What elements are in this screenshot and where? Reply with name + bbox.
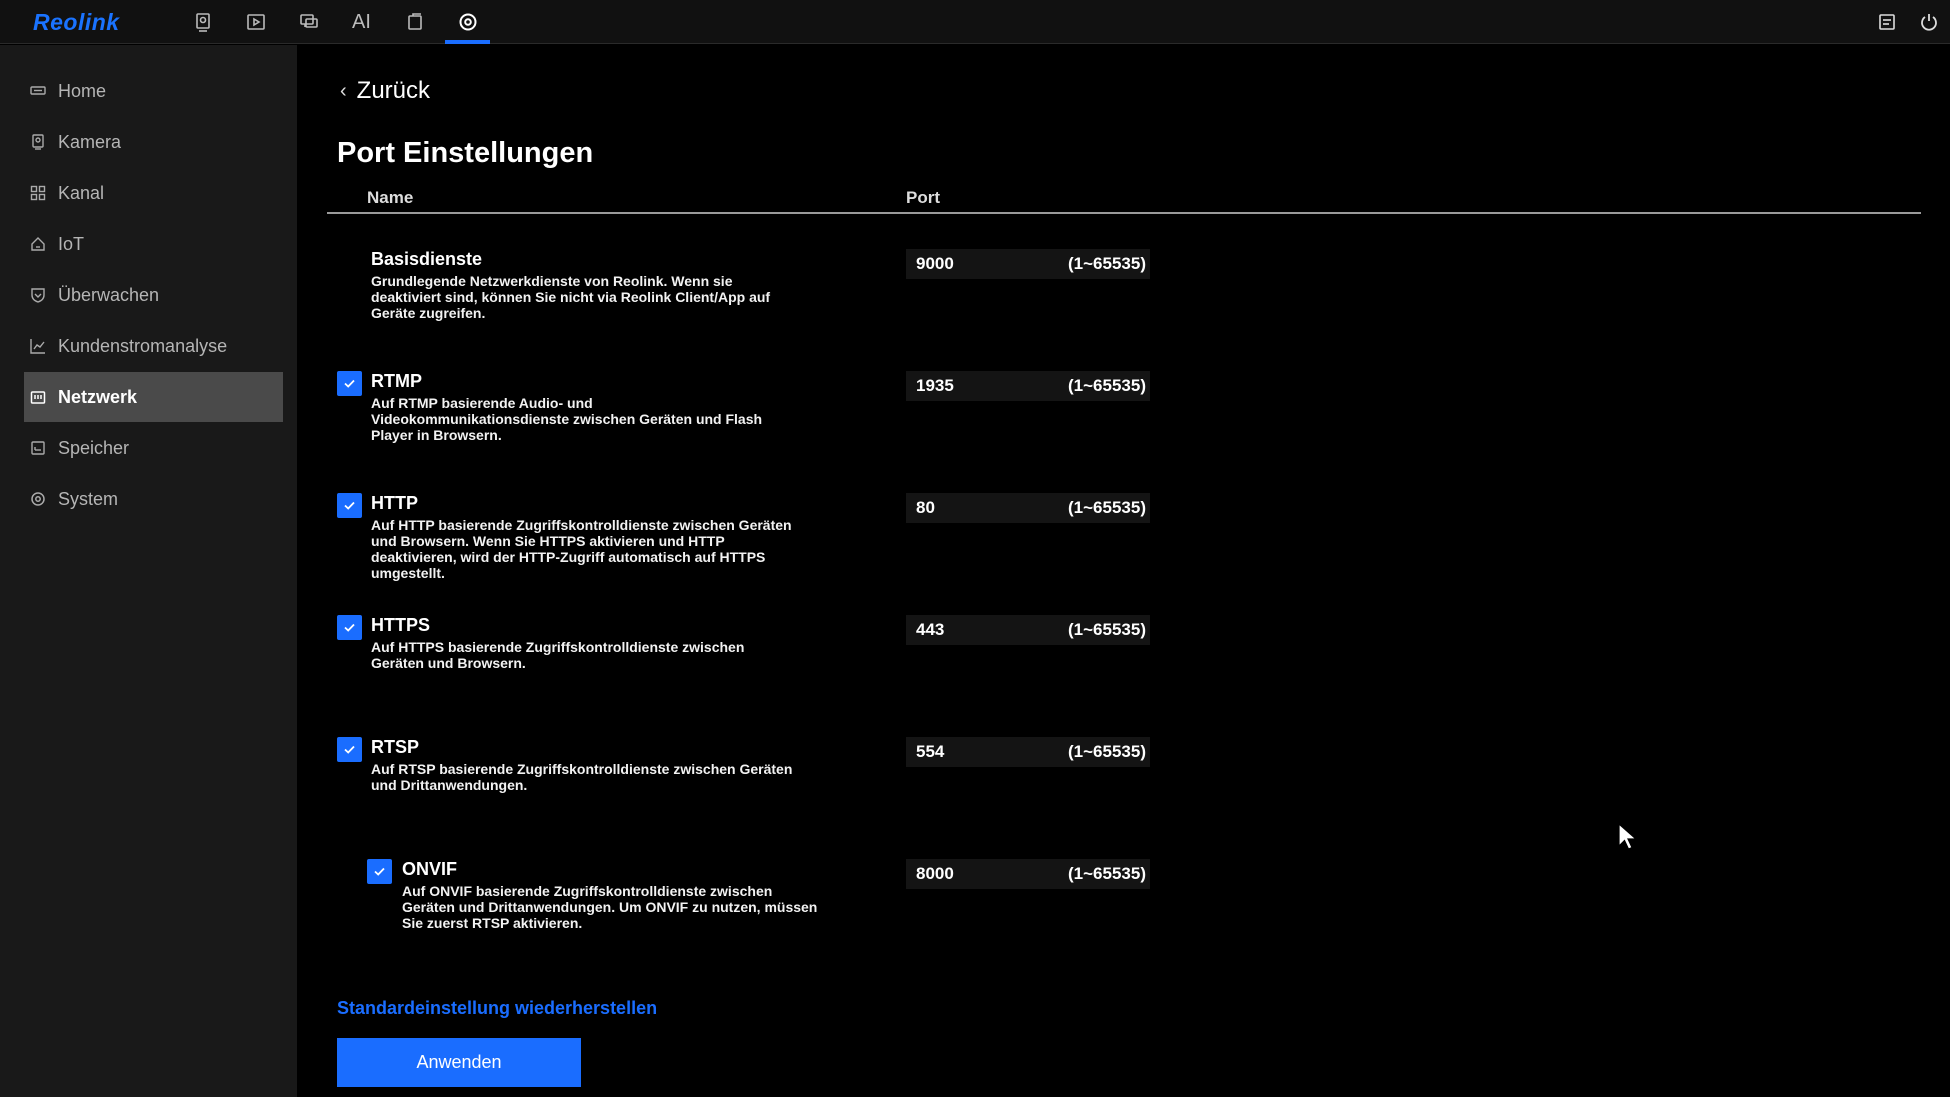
sidebar-item-label: Speicher [58,437,130,458]
main-content: ‹ Zurück Port Einstellungen Name Port Ba… [297,45,1950,1097]
port-description: Auf ONVIF basierende Zugriffskontrolldie… [402,883,818,931]
chart-icon [30,339,45,354]
sidebar-item-iot[interactable]: IoT [24,219,283,269]
port-range: (1~65535) [1068,498,1146,517]
https-checkbox[interactable] [337,615,362,640]
port-description: Auf RTMP basierende Audio- und Videokomm… [371,395,763,443]
port-input[interactable]: 1935 (1~65535) [906,371,1150,401]
header-divider [327,212,1921,214]
port-input[interactable]: 8000 (1~65535) [906,859,1150,889]
top-nav: AI [176,0,494,44]
network-icon [30,391,46,404]
back-label: Zurück [356,77,431,104]
port-input[interactable]: 9000 (1~65535) [906,249,1150,279]
sidebar-item-netzwerk[interactable]: Netzwerk [24,372,283,422]
sidebar-item-label: Netzwerk [58,386,138,407]
column-header-name: Name [367,188,414,207]
checkmark-icon [344,379,355,388]
rtmp-checkbox[interactable] [337,371,362,396]
port-input[interactable]: 554 (1~65535) [906,737,1150,767]
sidebar-item-label: System [58,488,119,509]
reolink-logo: Reolink [33,9,120,35]
port-description: Auf HTTP basierende Zugriffskontrolldien… [371,517,792,581]
port-range: (1~65535) [1068,864,1146,883]
messages-icon[interactable] [282,0,335,44]
apply-button[interactable]: Anwenden [337,1038,581,1087]
chevron-left-icon: ‹ [340,79,347,102]
back-link[interactable]: ‹ Zurück [340,77,430,105]
port-range: (1~65535) [1068,620,1146,639]
port-name: Basisdienste [371,249,483,269]
sidebar-item-speicher[interactable]: Speicher [24,423,283,473]
rtsp-checkbox[interactable] [337,737,362,762]
port-value: 1935 [916,376,954,395]
sidebar-item-label: Kamera [58,131,122,152]
mouse-cursor-icon [1618,822,1638,850]
camera-icon [32,134,44,150]
settings-icon[interactable] [441,0,494,44]
grid-icon [30,185,46,201]
port-value: 80 [916,498,935,517]
port-description: Grundlegende Netzwerkdienste von Reolink… [371,273,771,321]
sidebar-item-system[interactable]: System [24,474,283,524]
port-input[interactable]: 443 (1~65535) [906,615,1150,645]
onvif-checkbox[interactable] [367,859,392,884]
power-icon[interactable] [1908,0,1950,44]
port-value: 443 [916,620,945,639]
top-bar: Reolink AI [0,0,1950,44]
port-name: RTMP [371,371,422,391]
restore-defaults-link[interactable]: Standardeinstellung wiederherstellen [337,998,657,1019]
port-range: (1~65535) [1068,254,1146,273]
port-name: ONVIF [402,859,458,879]
sidebar-item-label: IoT [58,233,85,254]
notes-icon[interactable] [1866,0,1908,44]
playback-icon[interactable] [229,0,282,44]
port-value: 8000 [916,864,954,883]
page-title: Port Einstellungen [337,137,594,169]
checkmark-icon [374,867,385,876]
ai-icon[interactable]: AI [335,0,388,44]
sidebar-item-label: Überwachen [58,284,160,305]
live-view-icon[interactable] [176,0,229,44]
home-icon [30,86,46,95]
checkmark-icon [344,745,355,754]
top-right-controls [1866,0,1950,44]
port-description: Auf HTTPS basierende Zugriffskontrolldie… [371,639,745,671]
checkmark-icon [344,623,355,632]
port-name: HTTPS [371,615,431,635]
port-name: RTSP [371,737,420,757]
port-description: Auf RTSP basierende Zugriffskontrolldien… [371,761,793,793]
shield-icon [31,288,45,303]
sidebar-item-kundenstromanalyse[interactable]: Kundenstromanalyse [24,321,283,371]
file-icon[interactable] [388,0,441,44]
port-name: HTTP [371,493,418,513]
sidebar-item-label: Kanal [58,182,105,203]
sidebar-item-kamera[interactable]: Kamera [24,117,283,167]
sidebar-item-label: Kundenstromanalyse [58,335,228,356]
iot-house-icon [31,237,45,251]
storage-icon [31,441,45,455]
port-range: (1~65535) [1068,742,1146,761]
sidebar: Home Kamera Kanal IoT Überwachen Kundens… [0,45,297,1097]
sidebar-item-ueberwachen[interactable]: Überwachen [24,270,283,320]
sidebar-item-kanal[interactable]: Kanal [24,168,283,218]
port-value: 9000 [916,254,954,273]
sidebar-item-home[interactable]: Home [24,66,283,116]
column-header-port: Port [906,188,940,207]
gear-icon [31,492,45,506]
port-range: (1~65535) [1068,376,1146,395]
http-checkbox[interactable] [337,493,362,518]
port-input[interactable]: 80 (1~65535) [906,493,1150,523]
sidebar-item-label: Home [58,80,107,101]
port-value: 554 [916,742,945,761]
checkmark-icon [344,501,355,510]
